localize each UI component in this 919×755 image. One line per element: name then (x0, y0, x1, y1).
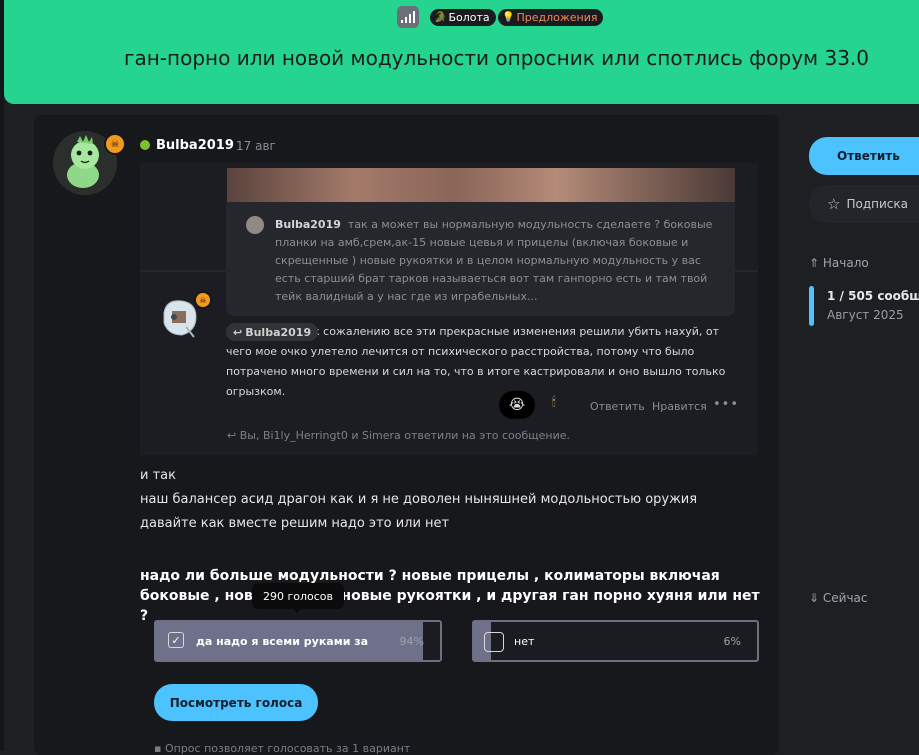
post-body-line: и так (140, 468, 176, 483)
poll-option-percent: 6% (723, 635, 741, 648)
answer-button[interactable]: Ответить (809, 137, 919, 175)
lightbulb-icon: 💡 (502, 12, 515, 23)
quote-author-avatar (246, 216, 264, 234)
poll-footer-text: Опрос позволяет голосовать за 1 вариант (164, 742, 411, 755)
double-chevron-up-icon: ⇑ (809, 256, 820, 270)
poll-option-label: да надо я всеми руками за (196, 635, 369, 648)
reply-to-chip[interactable]: ↩ Bulba2019 (226, 323, 319, 341)
timeline-start-label: Начало (822, 256, 869, 270)
poll-footer: ▪ Опрос позволяет голосовать за 1 вариан… (154, 742, 410, 755)
checkbox-checked-icon[interactable]: ✓ (168, 632, 184, 648)
post-author[interactable]: Bulba2019 (156, 138, 234, 153)
poll-option-no[interactable]: нет 6% (472, 620, 759, 662)
timeline-handle[interactable] (809, 286, 814, 326)
page-edge (0, 0, 4, 751)
checkbox-icon[interactable] (484, 632, 504, 652)
swamp-icon: 🐊 (434, 12, 447, 23)
post-date[interactable]: 17 авг (236, 139, 276, 153)
more-icon[interactable]: ••• (713, 397, 739, 412)
post-body-line: наш балансер асид драгон как и я не дово… (140, 492, 698, 507)
double-chevron-down-icon: ⇓ (809, 591, 820, 605)
reply-arrow-icon: ↩ (227, 429, 237, 442)
online-status-icon (140, 140, 150, 150)
timeline-now[interactable]: ⇓ Сейчас (809, 591, 868, 605)
reply-button[interactable]: Ответить (590, 400, 645, 413)
tag-predlozheniya[interactable]: 💡 Предложения (498, 9, 604, 26)
star-icon: ☆ (827, 195, 841, 213)
timeline-now-label: Сейчас (822, 591, 868, 605)
timeline-count: 1 / 505 сообщений (827, 289, 919, 303)
reaction-crying[interactable]: 😭 (499, 391, 535, 419)
topic-title[interactable]: ган-порно или новой модульности опросник… (0, 46, 919, 70)
signal-bars-icon[interactable] (397, 6, 419, 28)
votes-tooltip: 290 голосов (252, 583, 344, 609)
poll-option-label: нет (514, 635, 535, 648)
embedded-photo (227, 168, 735, 202)
reply-arrow-icon: ↩ (233, 325, 243, 339)
tooltip-arrow (292, 608, 302, 613)
replied-by-text: Вы, Bi1ly_Herringt0 и Simera ответили на… (239, 429, 570, 442)
subscribe-button[interactable]: ☆ Подписка (809, 185, 919, 223)
quote-text: Bulba2019 так а может вы нормальную моду… (275, 216, 721, 306)
timeline-date: Август 2025 (827, 308, 904, 322)
skull-badge-icon: ☠ (104, 133, 126, 155)
reaction-candle[interactable]: 🕯 (552, 395, 556, 410)
tag-label: Болота (448, 11, 490, 24)
subscribe-label: Подписка (846, 197, 908, 211)
view-votes-button[interactable]: Посмотреть голоса (154, 684, 318, 721)
tag-label: Предложения (516, 11, 598, 24)
reply-to-user: Bulba2019 (245, 325, 312, 339)
poll-question: надо ли больше модульности ? новые прице… (140, 568, 760, 624)
timeline-start[interactable]: ⇑ Начало (809, 256, 869, 270)
post-body-line: давайте как вместе решим надо это или не… (140, 516, 450, 531)
skull-badge-icon: ☠ (194, 291, 212, 309)
tag-bolota[interactable]: 🐊 Болота (430, 9, 496, 26)
replied-by: ↩ Вы, Bi1ly_Herringt0 и Simera ответили … (227, 429, 570, 442)
quote-author: Bulba2019 (275, 218, 341, 231)
poll-option-percent: 94% (399, 635, 424, 648)
info-icon: ▪ (154, 742, 162, 755)
quote-body: так а может вы нормальную модульность сд… (275, 218, 713, 303)
poll-option-yes[interactable]: ✓ да надо я всеми руками за 94% (154, 620, 442, 662)
like-button[interactable]: Нравится (652, 400, 707, 413)
